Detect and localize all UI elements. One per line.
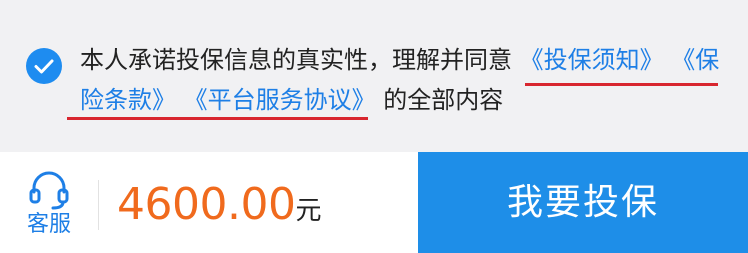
price-unit: 元 bbox=[295, 196, 322, 226]
annotation-underline bbox=[67, 117, 368, 120]
bottom-action-bar: 客服 4600.00元 我要投保 bbox=[0, 152, 748, 253]
annotation-underline bbox=[525, 83, 718, 86]
link-platform-agreement[interactable]: 《平台服务协议》 bbox=[184, 86, 376, 114]
link-insurance-notice[interactable]: 《投保须知》 bbox=[520, 46, 664, 74]
agreement-text: 本人承诺投保信息的真实性，理解并同意 《投保须知》 《保险条款》 《平台服务协议… bbox=[80, 40, 730, 120]
divider bbox=[98, 180, 99, 230]
agreement-section: 本人承诺投保信息的真实性，理解并同意 《投保须知》 《保险条款》 《平台服务协议… bbox=[0, 0, 748, 152]
total-price: 4600.00元 bbox=[117, 177, 321, 242]
price-amount: 4600.00 bbox=[117, 179, 296, 230]
agreement-checkbox[interactable] bbox=[26, 48, 62, 84]
customer-service-label: 客服 bbox=[26, 212, 71, 237]
checkmark-icon bbox=[34, 59, 54, 74]
insurance-purchase-page: 本人承诺投保信息的真实性，理解并同意 《投保须知》 《保险条款》 《平台服务协议… bbox=[0, 0, 748, 253]
customer-service-button[interactable]: 客服 bbox=[0, 152, 98, 253]
agreement-prefix: 本人承诺投保信息的真实性，理解并同意 bbox=[80, 46, 512, 74]
agreement-suffix: 的全部内容 bbox=[383, 86, 504, 114]
headset-icon bbox=[29, 171, 69, 210]
buy-insurance-button[interactable]: 我要投保 bbox=[418, 152, 748, 253]
